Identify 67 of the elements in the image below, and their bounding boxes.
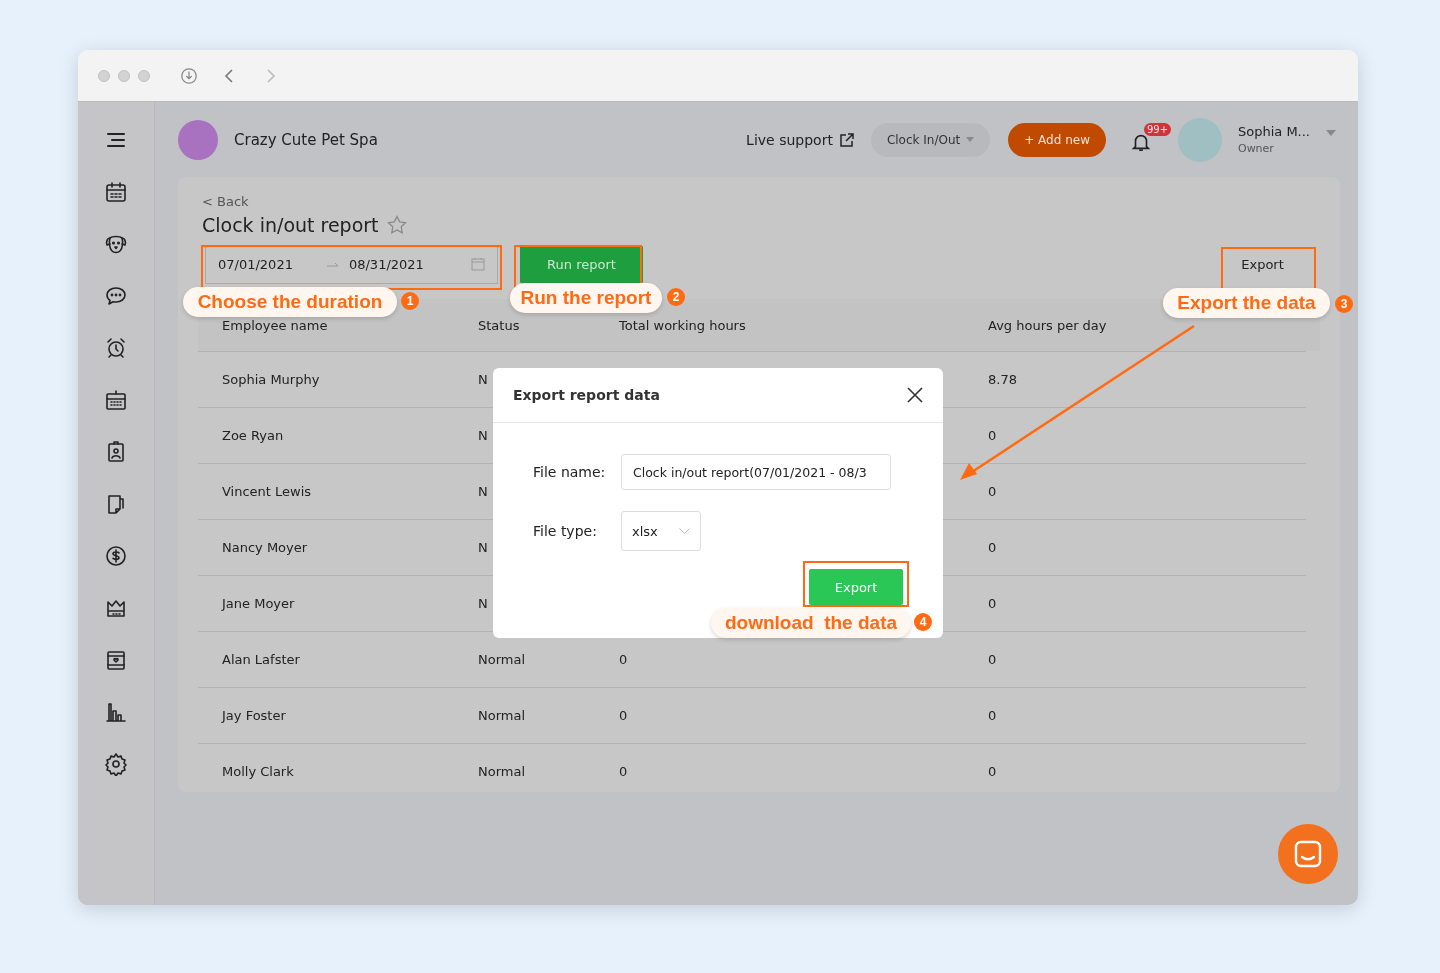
file-type-label: File type: [533, 523, 598, 539]
table-cell: Nancy Moyer [222, 540, 308, 555]
settings-icon[interactable] [104, 752, 128, 776]
table-cell: N [478, 540, 488, 555]
table-cell: Normal [478, 764, 526, 779]
table-cell: Sophia Murphy [222, 372, 320, 387]
external-link-icon[interactable] [838, 131, 855, 148]
bar-chart-icon[interactable] [104, 700, 128, 724]
callout-label: download the data [711, 608, 911, 638]
table-cell: 0 [619, 652, 628, 667]
back-link[interactable]: < Back [202, 194, 249, 209]
clock-in-out-dropdown[interactable]: Clock In/Out [870, 122, 991, 157]
table-cell: Zoe Ryan [222, 428, 284, 443]
calendar-icon[interactable] [104, 388, 128, 412]
calendar-icon[interactable] [104, 180, 128, 204]
table-cell: 8.78 [988, 372, 1017, 387]
dollar-icon[interactable] [104, 544, 128, 568]
table-cell: N [478, 428, 488, 443]
user-role: Owner [1237, 142, 1275, 155]
chat-icon [1293, 839, 1323, 869]
table-cell: 0 [988, 428, 997, 443]
date-range-field[interactable]: 07/01/2021 08/31/2021 [205, 244, 498, 284]
table-cell: 0 [988, 540, 997, 555]
callout-label: Export the data [1163, 288, 1330, 318]
file-name-label: File name: [533, 464, 607, 480]
callout-label: Choose the duration [183, 287, 397, 317]
callout-label: Run the report [510, 283, 662, 313]
column-header: Total working hours [619, 317, 746, 333]
table-cell: 0 [619, 764, 628, 779]
table-cell: 0 [619, 708, 628, 723]
table-cell: 0 [988, 596, 997, 611]
business-name: Crazy Cute Pet Spa [234, 130, 379, 149]
table-cell: 0 [988, 764, 997, 779]
file-type-dropdown[interactable]: xlsx [621, 511, 701, 551]
live-support-link[interactable]: Live support [746, 131, 833, 148]
report-title: Clock in/out report [202, 214, 379, 236]
user-name[interactable]: Sophia M... [1237, 124, 1310, 139]
table-cell: N [478, 372, 488, 387]
table-cell: N [478, 484, 488, 499]
table-cell: 0 [988, 484, 997, 499]
alarm-clock-icon[interactable] [104, 336, 128, 360]
add-new-button[interactable]: + Add new [1008, 122, 1106, 157]
file-name-field[interactable]: Clock in/out report(07/01/2021 - 08/3 [621, 454, 891, 490]
notification-badge: 99+ [1143, 122, 1172, 136]
table-cell: N [478, 596, 488, 611]
table-cell: Alan Lafster [222, 652, 300, 667]
caret-icon [966, 137, 975, 142]
download-icon[interactable] [180, 66, 198, 85]
table-cell: Jane Moyer [222, 596, 295, 611]
close-icon[interactable] [907, 387, 923, 403]
table-cell: Molly Clark [222, 764, 294, 779]
logo-avatar [178, 119, 218, 160]
modal-title: Export report data [513, 387, 660, 403]
star-icon[interactable] [386, 215, 407, 235]
table-cell: Jay Foster [222, 708, 286, 723]
column-header: Avg hours per day [988, 317, 1107, 333]
table-cell: 0 [988, 708, 997, 723]
calendar-icon [471, 257, 485, 271]
table-cell: Vincent Lewis [222, 484, 312, 499]
table-cell: 0 [988, 652, 997, 667]
table-cell: Normal [478, 708, 526, 723]
table-cell: Normal [478, 652, 526, 667]
chevron-icon [679, 528, 690, 534]
chat-bubble-icon[interactable] [104, 284, 128, 308]
column-header: Employee name [222, 317, 328, 333]
export-button[interactable]: Export [1217, 244, 1308, 284]
column-header: Status [478, 317, 520, 333]
